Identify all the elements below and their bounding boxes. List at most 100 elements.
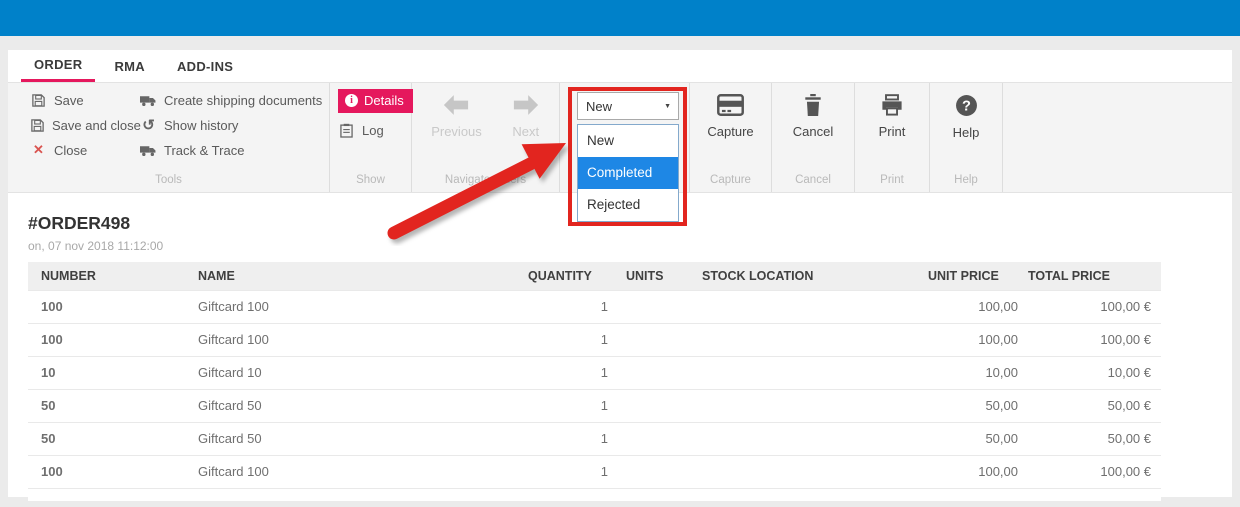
table-row-empty [28, 488, 1161, 501]
status-option-rejected[interactable]: Rejected [578, 189, 678, 221]
ribbon-group-tools: Save Save and close ✕ Close Create shipp… [8, 83, 330, 192]
status-dropdown[interactable]: New ▼ [577, 92, 679, 120]
ribbon-group-navigate: Previous Next Navigate orders [412, 83, 560, 192]
status-option-completed[interactable]: Completed [578, 157, 678, 189]
svg-text:?: ? [962, 99, 971, 115]
print-label: Print [879, 124, 906, 139]
help-group-label: Help [930, 174, 1002, 186]
close-x-icon: ✕ [30, 142, 47, 158]
truck-icon [140, 144, 157, 157]
cell-units [618, 290, 698, 323]
next-label: Next [512, 124, 539, 139]
table-row[interactable]: 50 Giftcard 50 1 50,00 50,00 € [28, 389, 1161, 422]
tools-group-label: Tools [8, 174, 329, 186]
help-label: Help [953, 125, 980, 140]
cell-number: 100 [28, 290, 198, 323]
status-dropdown-list: NewCompletedRejected [577, 124, 679, 222]
save-label: Save [54, 93, 84, 108]
table-row[interactable]: 100 Giftcard 100 1 100,00 100,00 € [28, 323, 1161, 356]
cell-stock-location [698, 290, 928, 323]
cell-name: Giftcard 50 [198, 422, 528, 455]
table-row[interactable]: 100 Giftcard 100 1 100,00 100,00 € [28, 290, 1161, 323]
cell-number: 50 [28, 389, 198, 422]
ribbon-group-show: i Details Log Show [330, 83, 412, 192]
cell-quantity: 1 [528, 323, 618, 356]
cell-stock-location [698, 455, 928, 488]
cell-name: Giftcard 100 [198, 290, 528, 323]
order-table-body: 100 Giftcard 100 1 100,00 100,00 € 100 G… [28, 290, 1161, 501]
capture-label: Capture [707, 124, 753, 139]
arrow-right-icon [512, 94, 540, 119]
help-question-icon: ? [955, 94, 978, 120]
cell-quantity: 1 [528, 422, 618, 455]
printer-icon [880, 94, 904, 119]
show-history-button[interactable]: ↺ Show history [140, 116, 322, 134]
ribbon-group-help: ? Help Help [930, 83, 1003, 192]
close-button[interactable]: ✕ Close [30, 141, 140, 159]
tab-add-ins[interactable]: ADD-INS [164, 50, 246, 82]
save-and-close-label: Save and close [52, 118, 141, 133]
track-and-trace-label: Track & Trace [164, 143, 244, 158]
cell-number: 100 [28, 323, 198, 356]
cell-unit-price: 50,00 [928, 422, 1028, 455]
details-label: Details [364, 93, 404, 108]
column-header-units: UNITS [618, 262, 698, 290]
cancel-label: Cancel [793, 124, 833, 139]
cell-number: 50 [28, 422, 198, 455]
history-undo-icon: ↺ [140, 118, 157, 133]
order-content: #ORDER498 on, 07 nov 2018 11:12:00 NUMBE… [8, 193, 1232, 501]
ribbon-group-cancel: Cancel Cancel [772, 83, 855, 192]
order-date: on, 07 nov 2018 11:12:00 [28, 239, 1232, 253]
order-lines-table: NUMBER NAME QUANTITY UNITS STOCK LOCATIO… [28, 262, 1161, 501]
cell-quantity: 1 [528, 389, 618, 422]
cell-name: Giftcard 50 [198, 389, 528, 422]
table-row[interactable]: 10 Giftcard 10 1 10,00 10,00 € [28, 356, 1161, 389]
previous-label: Previous [431, 124, 482, 139]
column-header-number: NUMBER [28, 262, 198, 290]
ribbon-group-capture: Capture Capture [690, 83, 772, 192]
floppy-icon [30, 118, 45, 133]
navigate-orders-group-label: Navigate orders [412, 174, 559, 186]
cell-number: 100 [28, 455, 198, 488]
create-shipping-documents-label: Create shipping documents [164, 93, 322, 108]
cell-unit-price: 10,00 [928, 356, 1028, 389]
save-button[interactable]: Save [30, 91, 140, 109]
details-button[interactable]: i Details [338, 89, 413, 113]
track-and-trace-button[interactable]: Track & Trace [140, 141, 322, 159]
cell-unit-price: 100,00 [928, 455, 1028, 488]
capture-group-label: Capture [690, 174, 771, 186]
cell-units [618, 422, 698, 455]
cell-units [618, 323, 698, 356]
cell-unit-price: 100,00 [928, 323, 1028, 356]
status-option-new[interactable]: New [578, 125, 678, 157]
cell-unit-price: 100,00 [928, 290, 1028, 323]
ribbon-group-print: Print Print [855, 83, 930, 192]
tab-order[interactable]: ORDER [21, 50, 95, 82]
cell-total-price: 100,00 € [1028, 455, 1161, 488]
cell-stock-location [698, 323, 928, 356]
cell-unit-price: 50,00 [928, 389, 1028, 422]
log-button[interactable]: Log [338, 121, 411, 139]
cell-units [618, 356, 698, 389]
cell-total-price: 10,00 € [1028, 356, 1161, 389]
tab-rma[interactable]: RMA [101, 50, 158, 82]
cell-stock-location [698, 389, 928, 422]
table-row[interactable]: 100 Giftcard 100 1 100,00 100,00 € [28, 455, 1161, 488]
cell-units [618, 455, 698, 488]
save-and-close-button[interactable]: Save and close [30, 116, 140, 134]
column-header-quantity: QUANTITY [528, 262, 618, 290]
column-header-unit-price: UNIT PRICE [928, 262, 1028, 290]
arrow-left-icon [442, 94, 470, 119]
close-label: Close [54, 143, 87, 158]
cell-stock-location [698, 356, 928, 389]
cancel-group-label: Cancel [772, 174, 854, 186]
create-shipping-documents-button[interactable]: Create shipping documents [140, 91, 322, 109]
trash-icon [803, 94, 823, 119]
floppy-icon [30, 93, 47, 108]
cell-stock-location [698, 422, 928, 455]
cell-total-price: 100,00 € [1028, 290, 1161, 323]
cell-name: Giftcard 100 [198, 455, 528, 488]
cell-units [618, 389, 698, 422]
show-history-label: Show history [164, 118, 238, 133]
table-row[interactable]: 50 Giftcard 50 1 50,00 50,00 € [28, 422, 1161, 455]
